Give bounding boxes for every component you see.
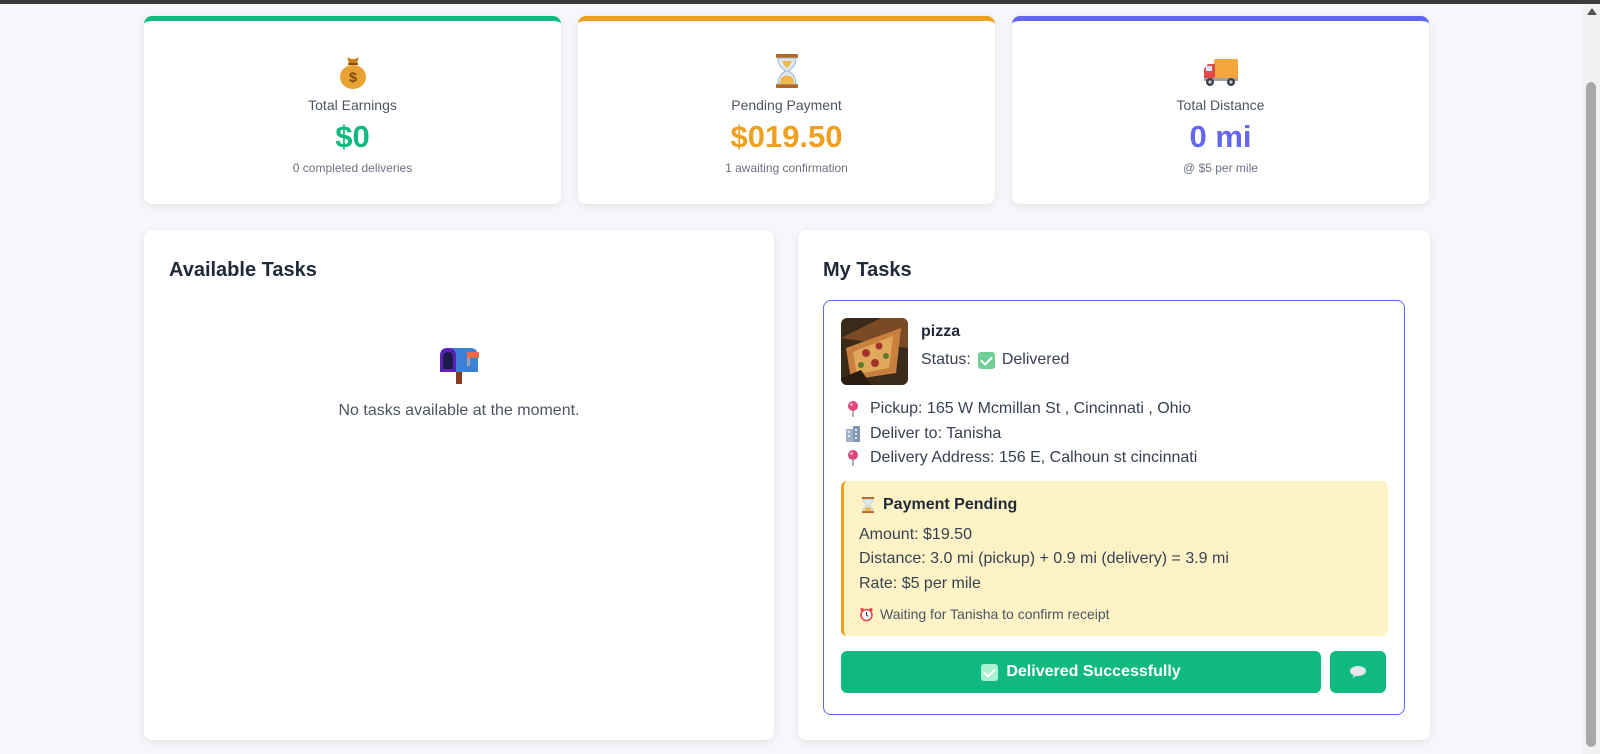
status-value: Delivered [1001, 351, 1070, 368]
my-tasks-panel: My Tasks pizza Status: Delivered Pickup:… [798, 230, 1430, 740]
deliver-to-line: Deliver to: Tanisha [844, 425, 1001, 443]
task-status: Status: Delivered [921, 351, 1069, 369]
payment-rate: Rate: $5 per mile [859, 575, 981, 592]
delivery-address-line: Delivery Address: 156 E, Calhoun st cinc… [844, 449, 1197, 467]
chat-button[interactable] [1330, 651, 1386, 693]
money-bag-icon: $ [339, 57, 366, 89]
building-icon [846, 426, 860, 442]
mailbox-icon [440, 348, 479, 384]
stat-subtext: 1 awaiting confirmation [725, 161, 848, 175]
chat-bubble-icon [1350, 666, 1366, 678]
svg-text:$: $ [349, 69, 357, 85]
payment-title: Payment Pending [859, 496, 1017, 514]
stat-value: $0 [335, 119, 370, 154]
payment-waiting: Waiting for Tanisha to confirm receipt [859, 606, 1110, 622]
hourglass-icon [862, 497, 874, 513]
pickup-address: Pickup: 165 W Mcmillan St , Cincinnati ,… [870, 400, 1192, 417]
scroll-up-arrow-icon[interactable] [1587, 8, 1597, 15]
stat-value: $019.50 [730, 119, 843, 154]
panel-title: My Tasks [823, 259, 912, 281]
stat-label: Total Earnings [308, 97, 397, 113]
pushpin-icon [848, 401, 858, 417]
stat-subtext: @ $5 per mile [1183, 161, 1258, 175]
delivered-successfully-button[interactable]: Delivered Successfully [841, 651, 1321, 693]
stat-subtext: 0 completed deliveries [292, 161, 413, 175]
stat-label: Total Distance [1176, 97, 1265, 113]
task-card[interactable]: pizza Status: Delivered Pickup: 165 W Mc… [823, 300, 1405, 715]
stat-value: 0 mi [1189, 119, 1252, 154]
task-name: pizza [921, 323, 961, 340]
stat-label: Pending Payment [731, 97, 842, 113]
pushpin-icon [848, 450, 858, 466]
empty-state-text: No tasks available at the moment. [338, 402, 580, 419]
delivery-address: Delivery Address: 156 E, Calhoun st cinc… [870, 449, 1198, 466]
delivery-truck-icon [1203, 59, 1238, 86]
payment-distance: Distance: 3.0 mi (pickup) + 0.9 mi (deli… [859, 550, 1229, 567]
payment-title-text: Payment Pending [883, 496, 1018, 513]
status-label: Status: [921, 351, 971, 368]
pickup-line: Pickup: 165 W Mcmillan St , Cincinnati ,… [844, 400, 1191, 418]
available-tasks-panel: Available Tasks No tasks available at th… [144, 230, 774, 740]
button-label: Delivered Successfully [1006, 663, 1181, 680]
pending-payment-card: Pending Payment $019.50 1 awaiting confi… [578, 16, 995, 204]
hourglass-icon [775, 54, 798, 88]
payment-amount: Amount: $19.50 [859, 526, 972, 543]
alarm-clock-icon [860, 607, 873, 621]
task-image [841, 318, 908, 385]
panel-title: Available Tasks [169, 259, 317, 281]
recipient-name: Deliver to: Tanisha [870, 425, 1002, 442]
waiting-text: Waiting for Tanisha to confirm receipt [880, 606, 1110, 622]
total-distance-card: Total Distance 0 mi @ $5 per mile [1012, 16, 1429, 204]
total-earnings-card: $ Total Earnings $0 0 completed deliveri… [144, 16, 561, 204]
check-mark-icon [981, 663, 999, 681]
page-scrollbar[interactable] [1583, 4, 1600, 754]
browser-top-edge [0, 0, 1600, 4]
payment-pending-box: Payment Pending Amount: $19.50 Distance:… [841, 481, 1388, 636]
check-mark-icon [977, 351, 995, 369]
scrollbar-thumb[interactable] [1586, 82, 1596, 747]
